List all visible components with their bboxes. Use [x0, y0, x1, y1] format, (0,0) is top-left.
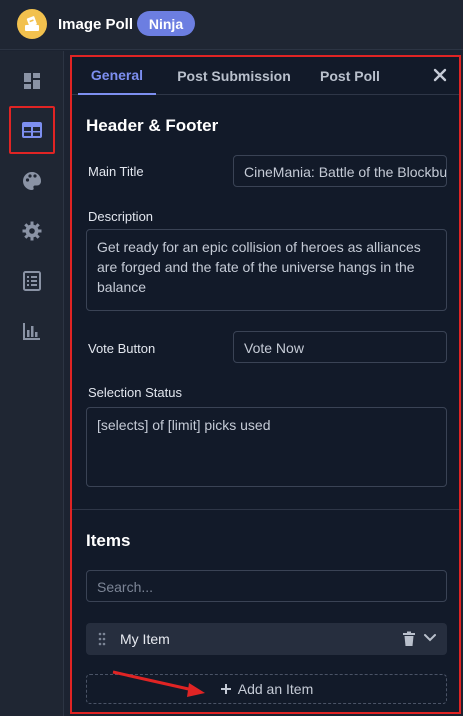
description-label: Description	[88, 209, 154, 224]
sidebar-item-table[interactable]	[9, 106, 55, 154]
sidebar-item-forms[interactable]	[10, 259, 54, 303]
form-list-icon	[23, 271, 41, 291]
description-textarea[interactable]: Get ready for an epic collision of heroe…	[86, 229, 447, 311]
chevron-down-icon[interactable]	[423, 633, 437, 643]
sidebar-item-results[interactable]	[10, 309, 54, 353]
add-item-label: Add an Item	[237, 681, 314, 697]
vote-button-label: Vote Button	[88, 341, 156, 356]
tab-general[interactable]: General	[78, 57, 156, 95]
item-label: My Item	[120, 631, 170, 647]
tab-post-poll[interactable]: Post Poll	[312, 57, 388, 95]
vote-button-input[interactable]: Vote Now	[233, 331, 447, 363]
tab-bar: General Post Submission Post Poll	[72, 57, 459, 95]
app-title: Image Poll	[58, 16, 134, 33]
gear-icon	[22, 221, 42, 241]
tab-post-submission[interactable]: Post Submission	[170, 57, 298, 95]
dashboard-icon	[24, 73, 40, 89]
plus-icon	[220, 684, 231, 694]
sidebar-item-theme[interactable]	[10, 159, 54, 203]
selection-status-textarea[interactable]: [selects] of [limit] picks used	[86, 407, 447, 487]
item-row[interactable]: My Item	[86, 623, 447, 655]
selection-status-label: Selection Status	[88, 385, 182, 400]
section-title-items: Items	[86, 531, 131, 550]
sidebar	[0, 51, 64, 716]
section-title-header-footer: Header & Footer	[86, 116, 219, 135]
palette-icon	[23, 171, 42, 190]
table-grid-icon	[22, 122, 42, 138]
settings-panel: General Post Submission Post Poll Header…	[70, 55, 461, 714]
main-title-input[interactable]: CineMania: Battle of the Blockbusters	[233, 155, 447, 187]
main-title-label: Main Title	[88, 164, 144, 179]
trash-icon[interactable]	[402, 631, 416, 647]
items-search-input[interactable]: Search...	[86, 570, 447, 602]
top-bar: Image Poll Ninja	[0, 0, 463, 50]
sidebar-item-dashboard[interactable]	[10, 59, 54, 103]
app-logo-icon	[17, 9, 47, 39]
section-divider	[72, 509, 459, 510]
plan-badge: Ninja	[137, 11, 195, 36]
drag-handle-icon[interactable]	[98, 632, 106, 646]
add-item-button[interactable]: Add an Item	[86, 674, 447, 704]
sidebar-item-settings[interactable]	[10, 209, 54, 253]
bar-chart-icon	[23, 323, 40, 340]
close-icon[interactable]	[430, 65, 450, 85]
